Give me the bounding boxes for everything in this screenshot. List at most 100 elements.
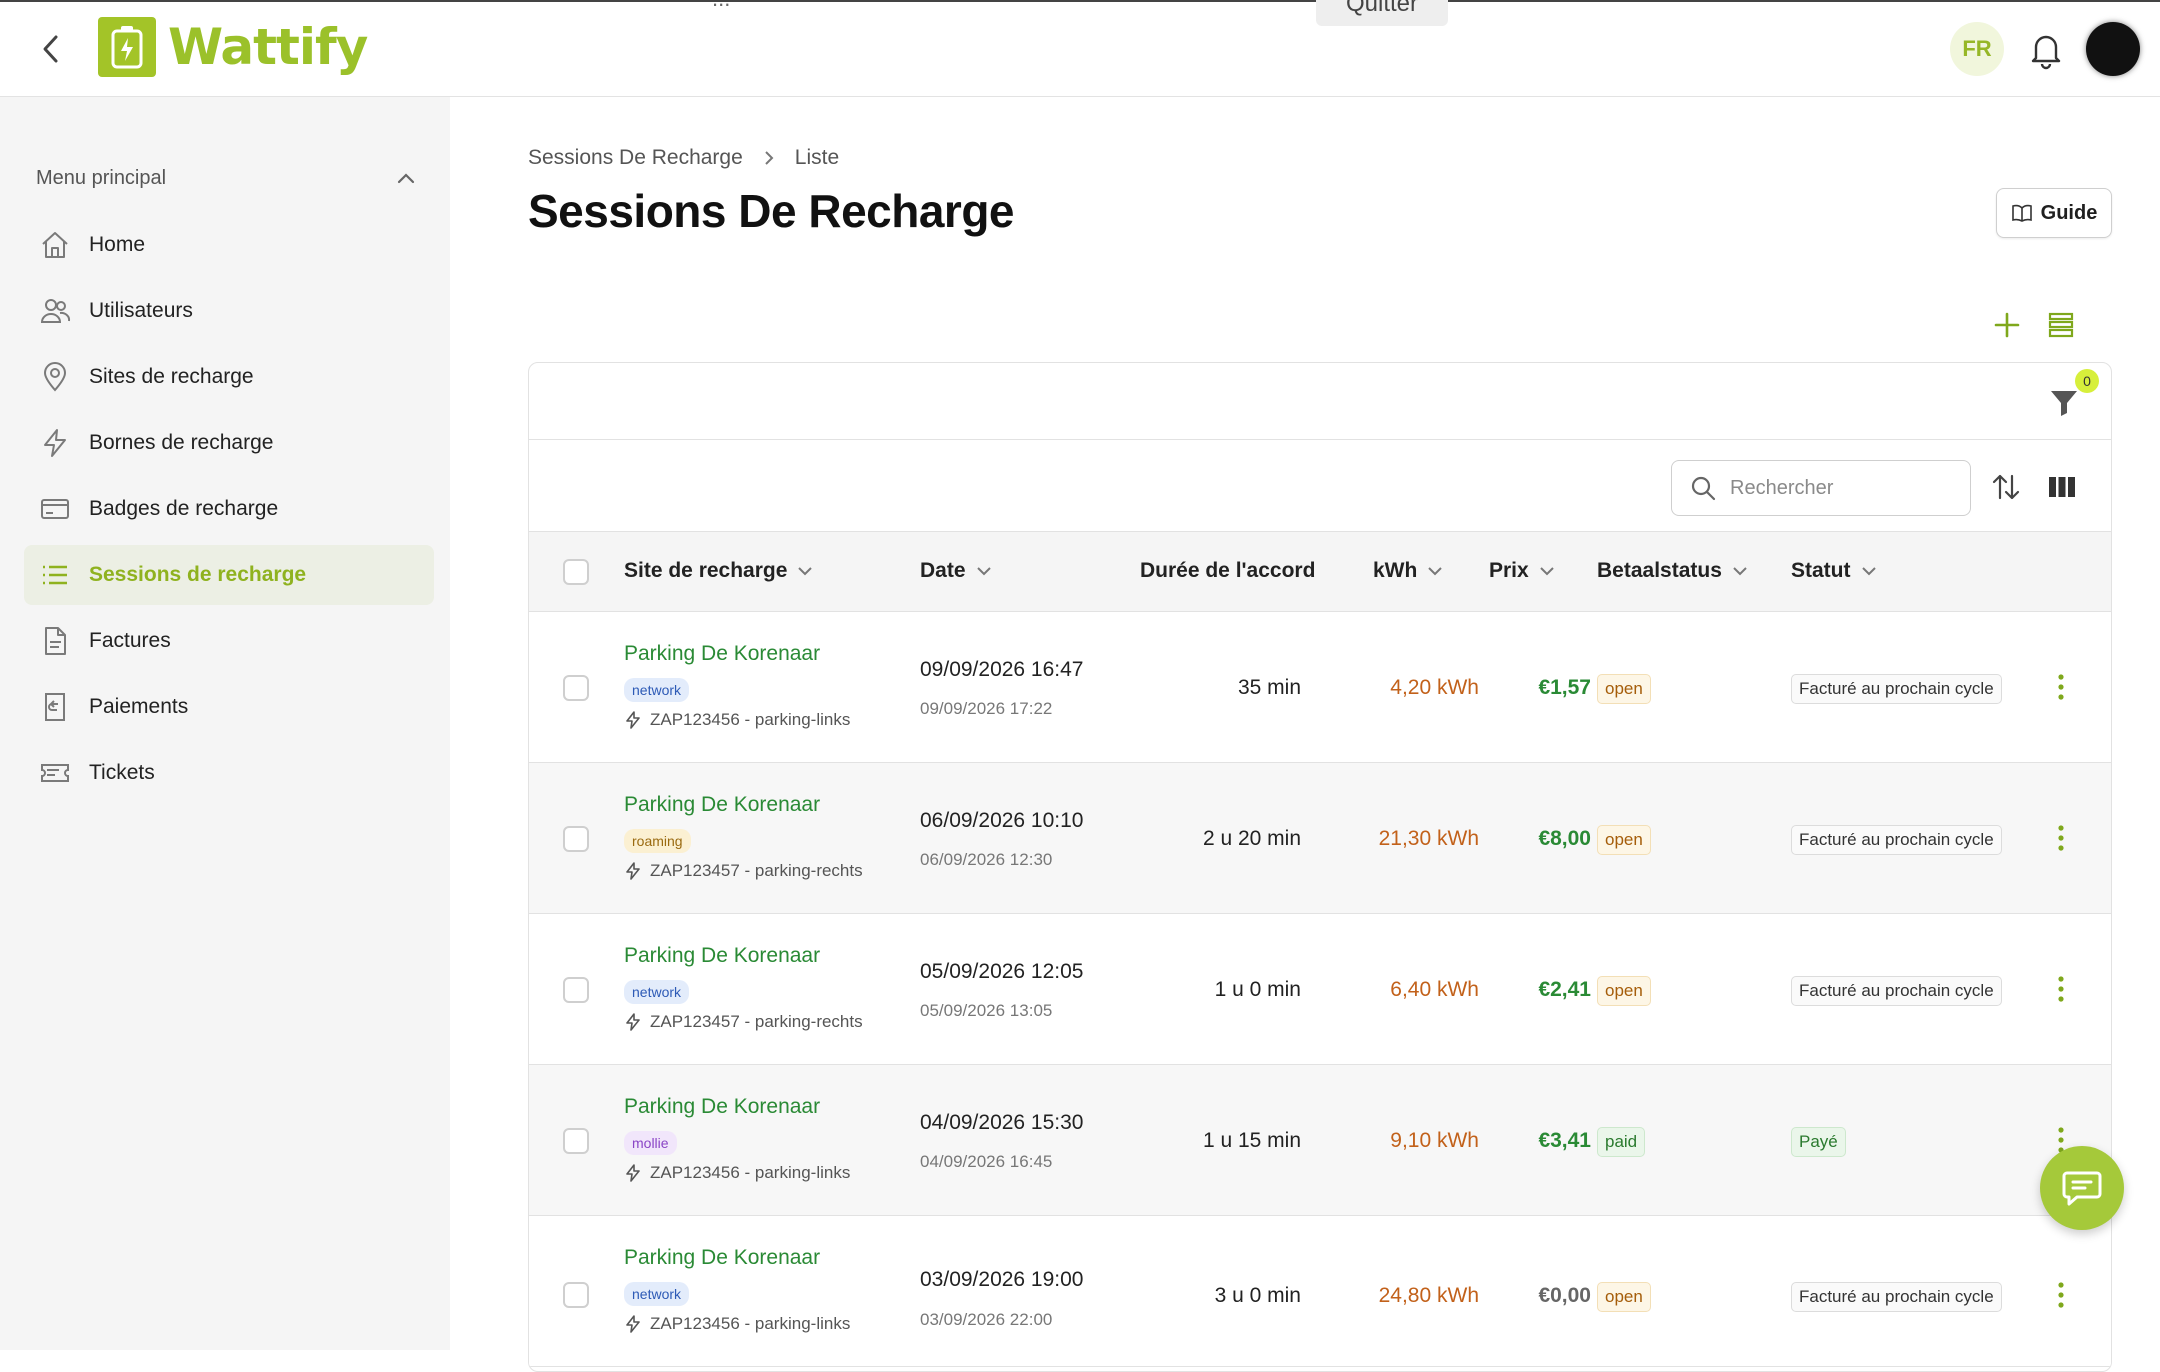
menu-heading[interactable]: Menu principal (36, 163, 416, 193)
sidebar-item-users[interactable]: Utilisateurs (24, 281, 434, 341)
sort-icon[interactable] (1989, 470, 2023, 504)
chat-button[interactable] (2040, 1146, 2124, 1230)
guide-button[interactable]: Guide (1996, 188, 2112, 238)
session-start: 06/09/2026 10:10 (920, 809, 1084, 832)
source-tag: mollie (624, 1131, 677, 1155)
session-end: 04/09/2026 16:45 (920, 1152, 1053, 1171)
row-checkbox[interactable] (563, 675, 589, 701)
status-badge: Facturé au prochain cycle (1791, 674, 2002, 704)
lightning-icon (626, 1013, 640, 1031)
sidebar-item-payments[interactable]: Paiements (24, 677, 434, 737)
row-checkbox[interactable] (563, 977, 589, 1003)
charger-info: ZAP123457 - parking-rechts (624, 1012, 863, 1032)
session-end: 06/09/2026 12:30 (920, 850, 1053, 869)
charger-info: ZAP123456 - parking-links (624, 1163, 850, 1183)
back-icon[interactable] (36, 32, 66, 66)
column-header-payment-status[interactable]: Betaalstatus (1597, 559, 1748, 583)
logo[interactable]: Wattify (98, 17, 368, 77)
avatar[interactable] (2086, 22, 2140, 76)
charger-info: ZAP123457 - parking-rechts (624, 861, 863, 881)
sidebar-item-chargers[interactable]: Bornes de recharge (24, 413, 434, 473)
list-icon (38, 558, 72, 592)
table-row[interactable]: Parking De Korenaar mollie ZAP123456 - p… (529, 1065, 2111, 1216)
more-options-icon[interactable] (2049, 972, 2073, 1006)
charger-label: ZAP123457 - parking-rechts (650, 861, 863, 880)
bell-icon[interactable] (2028, 30, 2064, 70)
lightning-icon (626, 711, 640, 729)
sidebar-item-label: Sessions de recharge (89, 563, 307, 586)
quit-button[interactable]: Quitter (1316, 0, 1448, 26)
overlay-text: ... (712, 0, 730, 12)
brand-name: Wattify (168, 18, 368, 76)
add-icon[interactable] (1990, 308, 2024, 342)
source-tag: network (624, 980, 690, 1004)
sidebar-item-home[interactable]: Home (24, 215, 434, 275)
columns-icon[interactable] (2045, 470, 2079, 504)
chevron-down-icon (798, 567, 813, 576)
list-view-icon[interactable] (2044, 308, 2078, 342)
book-icon (2011, 204, 2032, 222)
table-row[interactable]: Parking De Korenaar network ZAP123457 - … (529, 914, 2111, 1065)
column-header-duration[interactable]: Durée de l'accord (1140, 559, 1315, 583)
status-badge: Payé (1791, 1127, 1846, 1157)
site-link[interactable]: Parking De Korenaar (624, 793, 820, 817)
sidebar-item-label: Tickets (89, 761, 155, 784)
sidebar-item-invoices[interactable]: Factures (24, 611, 434, 671)
sidebar-item-badges[interactable]: Badges de recharge (24, 479, 434, 539)
table-row[interactable]: Parking De Korenaar network ZAP123456 - … (529, 1216, 2111, 1367)
column-header-price[interactable]: Prix (1489, 559, 1555, 583)
session-kwh: 24,80 kWh (1378, 1284, 1479, 1307)
session-price: €3,41 (1538, 1129, 1591, 1152)
sidebar-item-sites[interactable]: Sites de recharge (24, 347, 434, 407)
column-header-kwh[interactable]: kWh (1373, 559, 1443, 583)
column-header-label: Durée de l'accord (1140, 559, 1316, 582)
session-price: €0,00 (1538, 1284, 1591, 1307)
session-kwh: 9,10 kWh (1390, 1129, 1479, 1152)
site-link[interactable]: Parking De Korenaar (624, 1246, 820, 1270)
session-duration: 35 min (1237, 676, 1301, 699)
sidebar-item-sessions[interactable]: Sessions de recharge (24, 545, 434, 605)
table-row[interactable]: Parking De Korenaar roaming ZAP123457 - … (529, 763, 2111, 914)
site-link[interactable]: Parking De Korenaar (624, 642, 820, 666)
more-options-icon[interactable] (2049, 1278, 2073, 1312)
lightning-icon (38, 426, 72, 460)
site-link[interactable]: Parking De Korenaar (624, 944, 820, 968)
session-start: 05/09/2026 12:05 (920, 960, 1084, 983)
column-header-label: Betaalstatus (1597, 559, 1722, 582)
column-header-site[interactable]: Site de recharge (624, 559, 813, 583)
table-row[interactable]: Parking De Korenaar network ZAP123456 - … (529, 612, 2111, 763)
language-switcher[interactable]: FR (1950, 22, 2004, 76)
select-all-checkbox[interactable] (563, 559, 589, 585)
search-input[interactable] (1730, 476, 1930, 500)
lightning-icon (626, 1315, 640, 1333)
more-options-icon[interactable] (2049, 821, 2073, 855)
column-header-label: Site de recharge (624, 559, 788, 582)
lightning-icon (626, 862, 640, 880)
row-checkbox[interactable] (563, 1282, 589, 1308)
column-header-label: Prix (1489, 559, 1529, 582)
sidebar-item-tickets[interactable]: Tickets (24, 743, 434, 803)
session-duration: 2 u 20 min (1202, 827, 1301, 850)
table-header: Site de recharge Date Durée de l'accord … (529, 532, 2111, 612)
session-kwh: 4,20 kWh (1390, 676, 1479, 699)
breadcrumb-parent[interactable]: Sessions De Recharge (528, 146, 743, 170)
row-checkbox[interactable] (563, 1128, 589, 1154)
sidebar-item-label: Paiements (89, 695, 189, 718)
search-icon (1691, 476, 1716, 501)
session-start: 04/09/2026 15:30 (920, 1111, 1084, 1134)
payment-status-badge: paid (1597, 1127, 1646, 1157)
charger-info: ZAP123456 - parking-links (624, 710, 850, 730)
site-link[interactable]: Parking De Korenaar (624, 1095, 820, 1119)
guide-label: Guide (2040, 201, 2098, 224)
filter-icon[interactable] (2047, 385, 2081, 419)
column-header-status[interactable]: Statut (1791, 559, 1877, 583)
column-header-date[interactable]: Date (920, 559, 992, 583)
lightning-icon (626, 1164, 640, 1182)
sidebar-item-label: Sites de recharge (89, 365, 254, 388)
row-checkbox[interactable] (563, 826, 589, 852)
column-header-label: Date (920, 559, 966, 582)
chevron-right-icon (765, 151, 774, 165)
charger-label: ZAP123456 - parking-links (650, 710, 851, 729)
more-options-icon[interactable] (2049, 670, 2073, 704)
search-box[interactable] (1671, 460, 1971, 516)
